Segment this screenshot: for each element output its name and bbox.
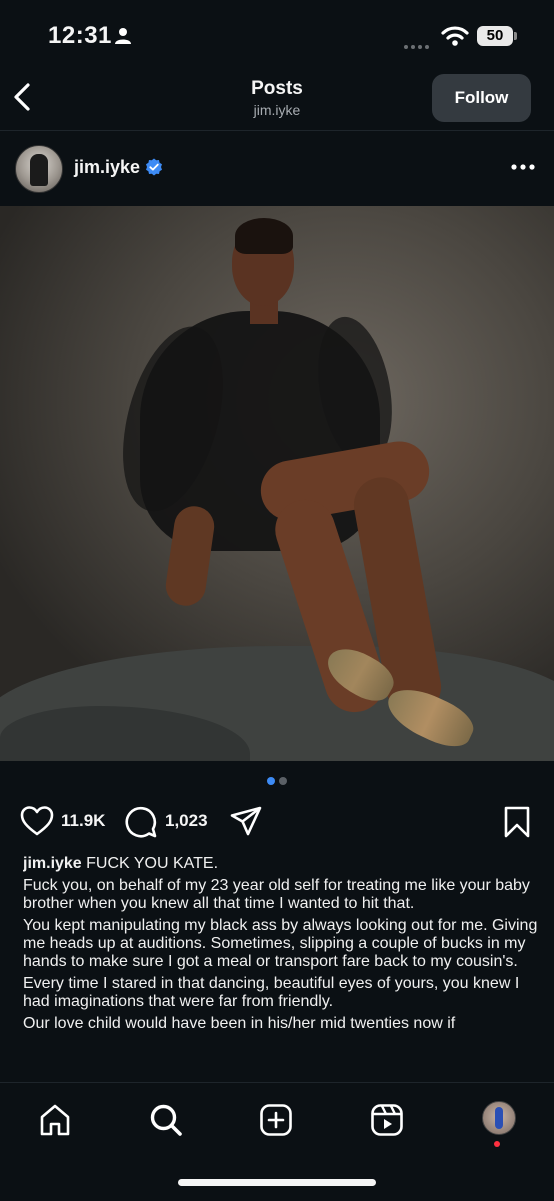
battery-tip xyxy=(514,32,517,40)
comment-icon[interactable] xyxy=(124,805,158,839)
caption-paragraph: Our love child would have been in his/he… xyxy=(23,1015,456,1032)
caption-headline-line: jim.iyke FUCK YOU KATE. xyxy=(23,855,538,873)
post-actions: 11.9K 1,023 xyxy=(0,800,554,846)
battery-indicator: 50 xyxy=(477,26,513,46)
search-icon[interactable] xyxy=(149,1103,183,1137)
carousel-dot-active xyxy=(267,777,275,785)
home-indicator[interactable] xyxy=(178,1179,376,1186)
notification-dot xyxy=(494,1141,500,1147)
comments-count[interactable]: 1,023 xyxy=(165,811,208,831)
post-image[interactable] xyxy=(0,206,554,761)
caption-paragraph: Fuck you, on behalf of my 23 year old se… xyxy=(23,877,530,912)
home-icon[interactable] xyxy=(38,1103,72,1137)
caption-username[interactable]: jim.iyke xyxy=(23,855,82,872)
more-horizontal-icon[interactable] xyxy=(510,163,536,171)
reels-icon[interactable] xyxy=(370,1103,404,1137)
wifi-icon xyxy=(441,26,469,46)
top-navigation-bar: Posts jim.iyke Follow xyxy=(0,64,554,131)
cellular-signal-icon xyxy=(404,36,432,54)
post-username[interactable]: jim.iyke xyxy=(74,157,140,178)
follow-button[interactable]: Follow xyxy=(432,74,531,122)
person-icon xyxy=(115,28,131,44)
post-caption: jim.iyke FUCK YOU KATE. Fuck you, on beh… xyxy=(23,855,538,1082)
create-plus-icon[interactable] xyxy=(259,1103,293,1137)
likes-count[interactable]: 11.9K xyxy=(61,811,105,831)
profile-avatar[interactable] xyxy=(482,1101,516,1135)
carousel-dot xyxy=(279,777,287,785)
avatar[interactable] xyxy=(15,145,63,193)
status-time: 12:31 xyxy=(48,22,112,49)
status-bar: 12:31 50 xyxy=(0,0,554,64)
caption-paragraph: Every time I stared in that dancing, bea… xyxy=(23,975,520,1010)
post-header: jim.iyke xyxy=(0,131,554,206)
send-icon[interactable] xyxy=(229,805,263,837)
carousel-indicator xyxy=(0,777,554,785)
bookmark-icon[interactable] xyxy=(503,806,531,838)
heart-icon[interactable] xyxy=(20,805,54,837)
verified-badge-icon xyxy=(146,158,162,176)
caption-paragraph: You kept manipulating my black ass by al… xyxy=(23,917,538,970)
caption-headline: FUCK YOU KATE. xyxy=(86,855,219,872)
